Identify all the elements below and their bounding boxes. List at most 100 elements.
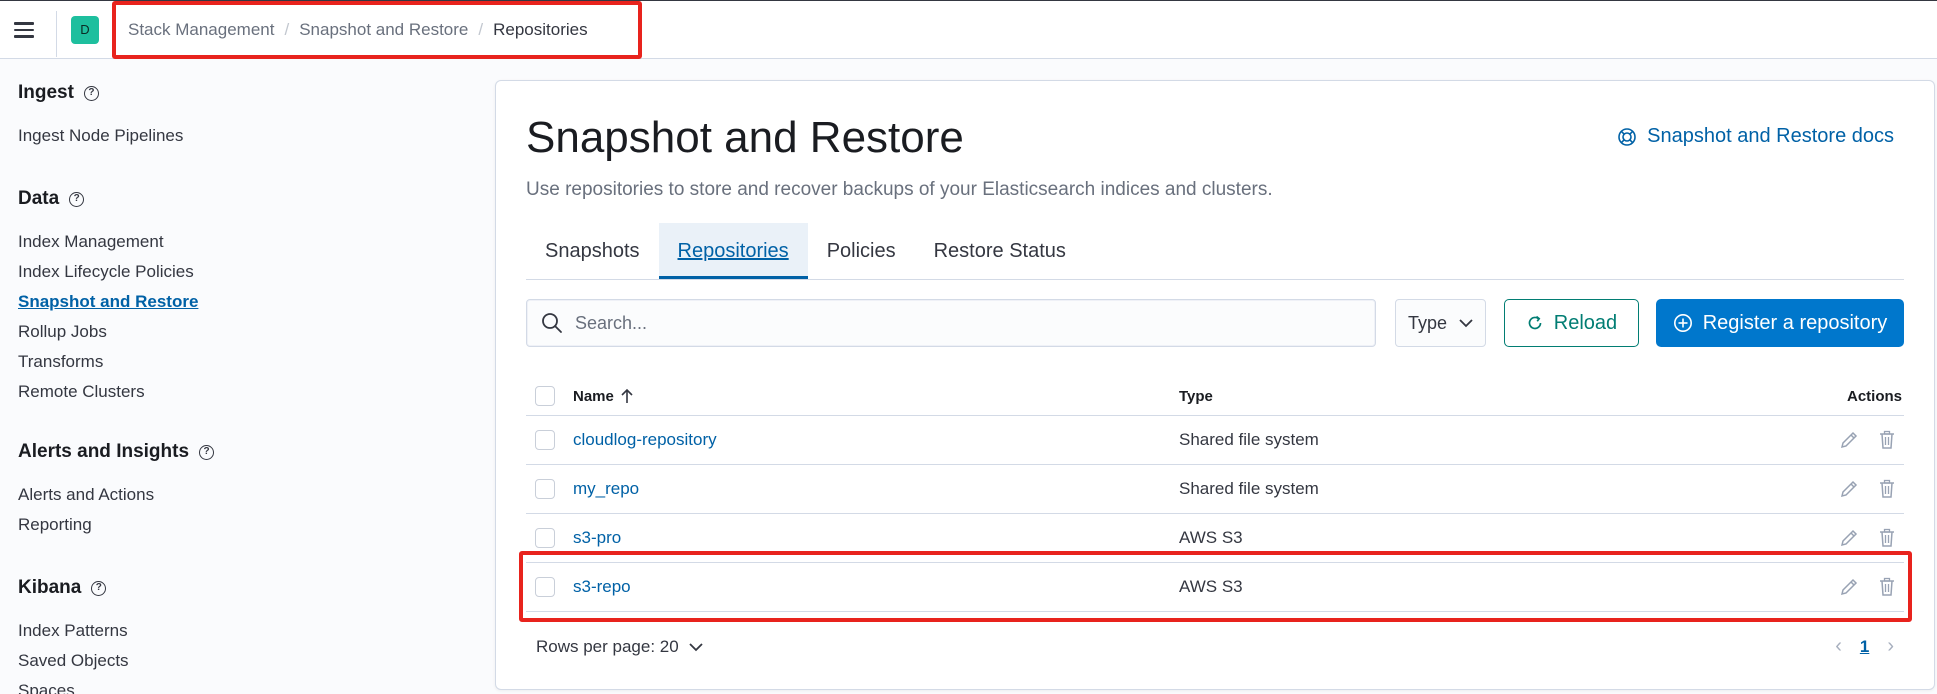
sidebar-item-remote-clusters[interactable]: Remote Clusters: [18, 377, 198, 407]
refresh-icon: [1528, 315, 1542, 330]
sidebar-item-index-patterns[interactable]: Index Patterns: [18, 616, 129, 646]
chevron-down-icon: [689, 643, 703, 652]
search-input[interactable]: [563, 300, 1375, 346]
top-header: D Stack Management / Snapshot and Restor…: [0, 0, 1937, 59]
page-title: Snapshot and Restore: [526, 113, 964, 162]
repository-name-link[interactable]: cloudlog-repository: [573, 430, 717, 450]
column-header-name[interactable]: Name: [573, 388, 634, 405]
side-group-kibana: Kibana ? Index Patterns Saved Objects Sp…: [18, 576, 129, 694]
edit-pencil-icon[interactable]: [1838, 527, 1860, 549]
tab-snapshots[interactable]: Snapshots: [526, 223, 659, 279]
side-group-title-text: Data: [18, 188, 60, 209]
side-group-title: Alerts and Insights ?: [18, 440, 215, 464]
breadcrumb-repositories: Repositories: [493, 20, 588, 39]
docs-link-label: Snapshot and Restore docs: [1647, 125, 1894, 147]
sidebar-item-ingest-node-pipelines[interactable]: Ingest Node Pipelines: [18, 121, 183, 151]
type-filter-dropdown[interactable]: Type: [1395, 299, 1486, 347]
help-icon[interactable]: ?: [83, 85, 99, 101]
header-divider: [56, 11, 57, 57]
table-row: s3-repo AWS S3: [526, 563, 1904, 612]
search-field: [526, 299, 1376, 347]
side-group-title: Data ?: [18, 187, 198, 211]
repository-name-link[interactable]: s3-pro: [573, 528, 621, 548]
help-icon[interactable]: ?: [69, 191, 85, 207]
sidebar-item-rollup-jobs[interactable]: Rollup Jobs: [18, 317, 198, 347]
repository-type: AWS S3: [1179, 528, 1243, 547]
sidebar-item-snapshot-and-restore[interactable]: Snapshot and Restore: [18, 287, 198, 317]
pager: ‹ 1 ›: [1835, 635, 1894, 658]
next-page-icon[interactable]: ›: [1887, 635, 1894, 658]
sidebar-item-reporting[interactable]: Reporting: [18, 510, 214, 540]
row-checkbox[interactable]: [535, 528, 555, 548]
search-icon: [542, 313, 562, 333]
page-description: Use repositories to store and recover ba…: [526, 179, 1273, 200]
select-all-checkbox[interactable]: [535, 386, 555, 406]
repository-name-link[interactable]: my_repo: [573, 479, 639, 499]
type-filter-label: Type: [1407, 312, 1448, 333]
sidebar-item-index-lifecycle-policies[interactable]: Index Lifecycle Policies: [18, 257, 198, 287]
row-checkbox[interactable]: [535, 479, 555, 499]
repository-type: Shared file system: [1179, 430, 1319, 449]
sidebar-item-saved-objects[interactable]: Saved Objects: [18, 646, 129, 676]
breadcrumb-snapshot-and-restore[interactable]: Snapshot and Restore: [299, 20, 468, 40]
help-icon[interactable]: ?: [91, 580, 107, 596]
main-panel: Snapshot and Restore Use repositories to…: [495, 80, 1935, 690]
plus-in-circle-icon: [1673, 314, 1692, 332]
table-row: s3-pro AWS S3: [526, 514, 1904, 563]
sidebar-item-index-management[interactable]: Index Management: [18, 227, 198, 257]
column-header-type: Type: [1179, 387, 1213, 405]
chevron-down-icon: [1459, 319, 1473, 328]
hamburger-menu-icon[interactable]: [14, 18, 38, 42]
edit-pencil-icon[interactable]: [1838, 429, 1860, 451]
delete-trash-icon[interactable]: [1876, 429, 1898, 451]
side-group-title-text: Alerts and Insights: [18, 441, 190, 462]
row-checkbox[interactable]: [535, 430, 555, 450]
docs-link[interactable]: Snapshot and Restore docs: [1617, 125, 1894, 148]
sidebar-item-spaces[interactable]: Spaces: [18, 676, 129, 694]
repository-type: Shared file system: [1179, 479, 1319, 498]
page-number-button[interactable]: 1: [1860, 637, 1869, 657]
delete-trash-icon[interactable]: [1876, 478, 1898, 500]
table-pagination: Rows per page: 20 ‹ 1 ›: [526, 633, 1904, 663]
rows-per-page-selector[interactable]: Rows per page: 20: [536, 637, 703, 657]
side-group-ingest: Ingest ? Ingest Node Pipelines: [18, 81, 183, 151]
table-header-row: Name Type Actions: [526, 377, 1904, 416]
reload-label: Reload: [1553, 311, 1618, 334]
help-lifebuoy-icon: [1618, 127, 1636, 146]
tab-repositories[interactable]: Repositories: [658, 223, 808, 279]
breadcrumb-stack-management[interactable]: Stack Management: [128, 20, 274, 40]
breadcrumb: Stack Management / Snapshot and Restore …: [128, 20, 588, 40]
side-group-title: Ingest ?: [18, 81, 183, 105]
previous-page-icon[interactable]: ‹: [1835, 635, 1842, 658]
help-icon[interactable]: ?: [199, 444, 215, 460]
table-row: cloudlog-repository Shared file system: [526, 416, 1904, 465]
tab-bar: Snapshots Repositories Policies Restore …: [526, 223, 1904, 280]
side-group-title-text: Kibana: [18, 577, 82, 598]
tab-restore-status[interactable]: Restore Status: [915, 223, 1085, 279]
column-header-actions: Actions: [1846, 387, 1902, 405]
side-group-alerts: Alerts and Insights ? Alerts and Actions…: [18, 440, 215, 540]
sidebar-item-transforms[interactable]: Transforms: [18, 347, 198, 377]
rows-per-page-label: Rows per page: 20: [536, 637, 679, 656]
edit-pencil-icon[interactable]: [1838, 478, 1860, 500]
repository-name-link[interactable]: s3-repo: [573, 577, 631, 597]
side-group-title: Kibana ?: [18, 576, 129, 600]
repository-type: AWS S3: [1179, 577, 1243, 596]
sidebar-item-alerts-and-actions[interactable]: Alerts and Actions: [18, 480, 214, 510]
sort-ascending-icon: [621, 388, 633, 403]
reload-button[interactable]: Reload: [1504, 299, 1639, 347]
space-avatar[interactable]: D: [71, 16, 99, 44]
tab-policies[interactable]: Policies: [808, 223, 915, 279]
row-checkbox[interactable]: [535, 577, 555, 597]
register-repository-label: Register a repository: [1702, 311, 1888, 334]
side-group-title-text: Ingest: [18, 82, 74, 103]
breadcrumb-separator: /: [284, 20, 290, 39]
delete-trash-icon[interactable]: [1876, 527, 1898, 549]
register-repository-button[interactable]: Register a repository: [1656, 299, 1904, 347]
edit-pencil-icon[interactable]: [1838, 576, 1860, 598]
side-nav: Ingest ? Ingest Node Pipelines Data ? In…: [0, 60, 480, 694]
table-row: my_repo Shared file system: [526, 465, 1904, 514]
breadcrumb-separator: /: [478, 20, 484, 39]
delete-trash-icon[interactable]: [1876, 576, 1898, 598]
repositories-table: Name Type Actions cloudlog-repository Sh…: [526, 377, 1904, 612]
